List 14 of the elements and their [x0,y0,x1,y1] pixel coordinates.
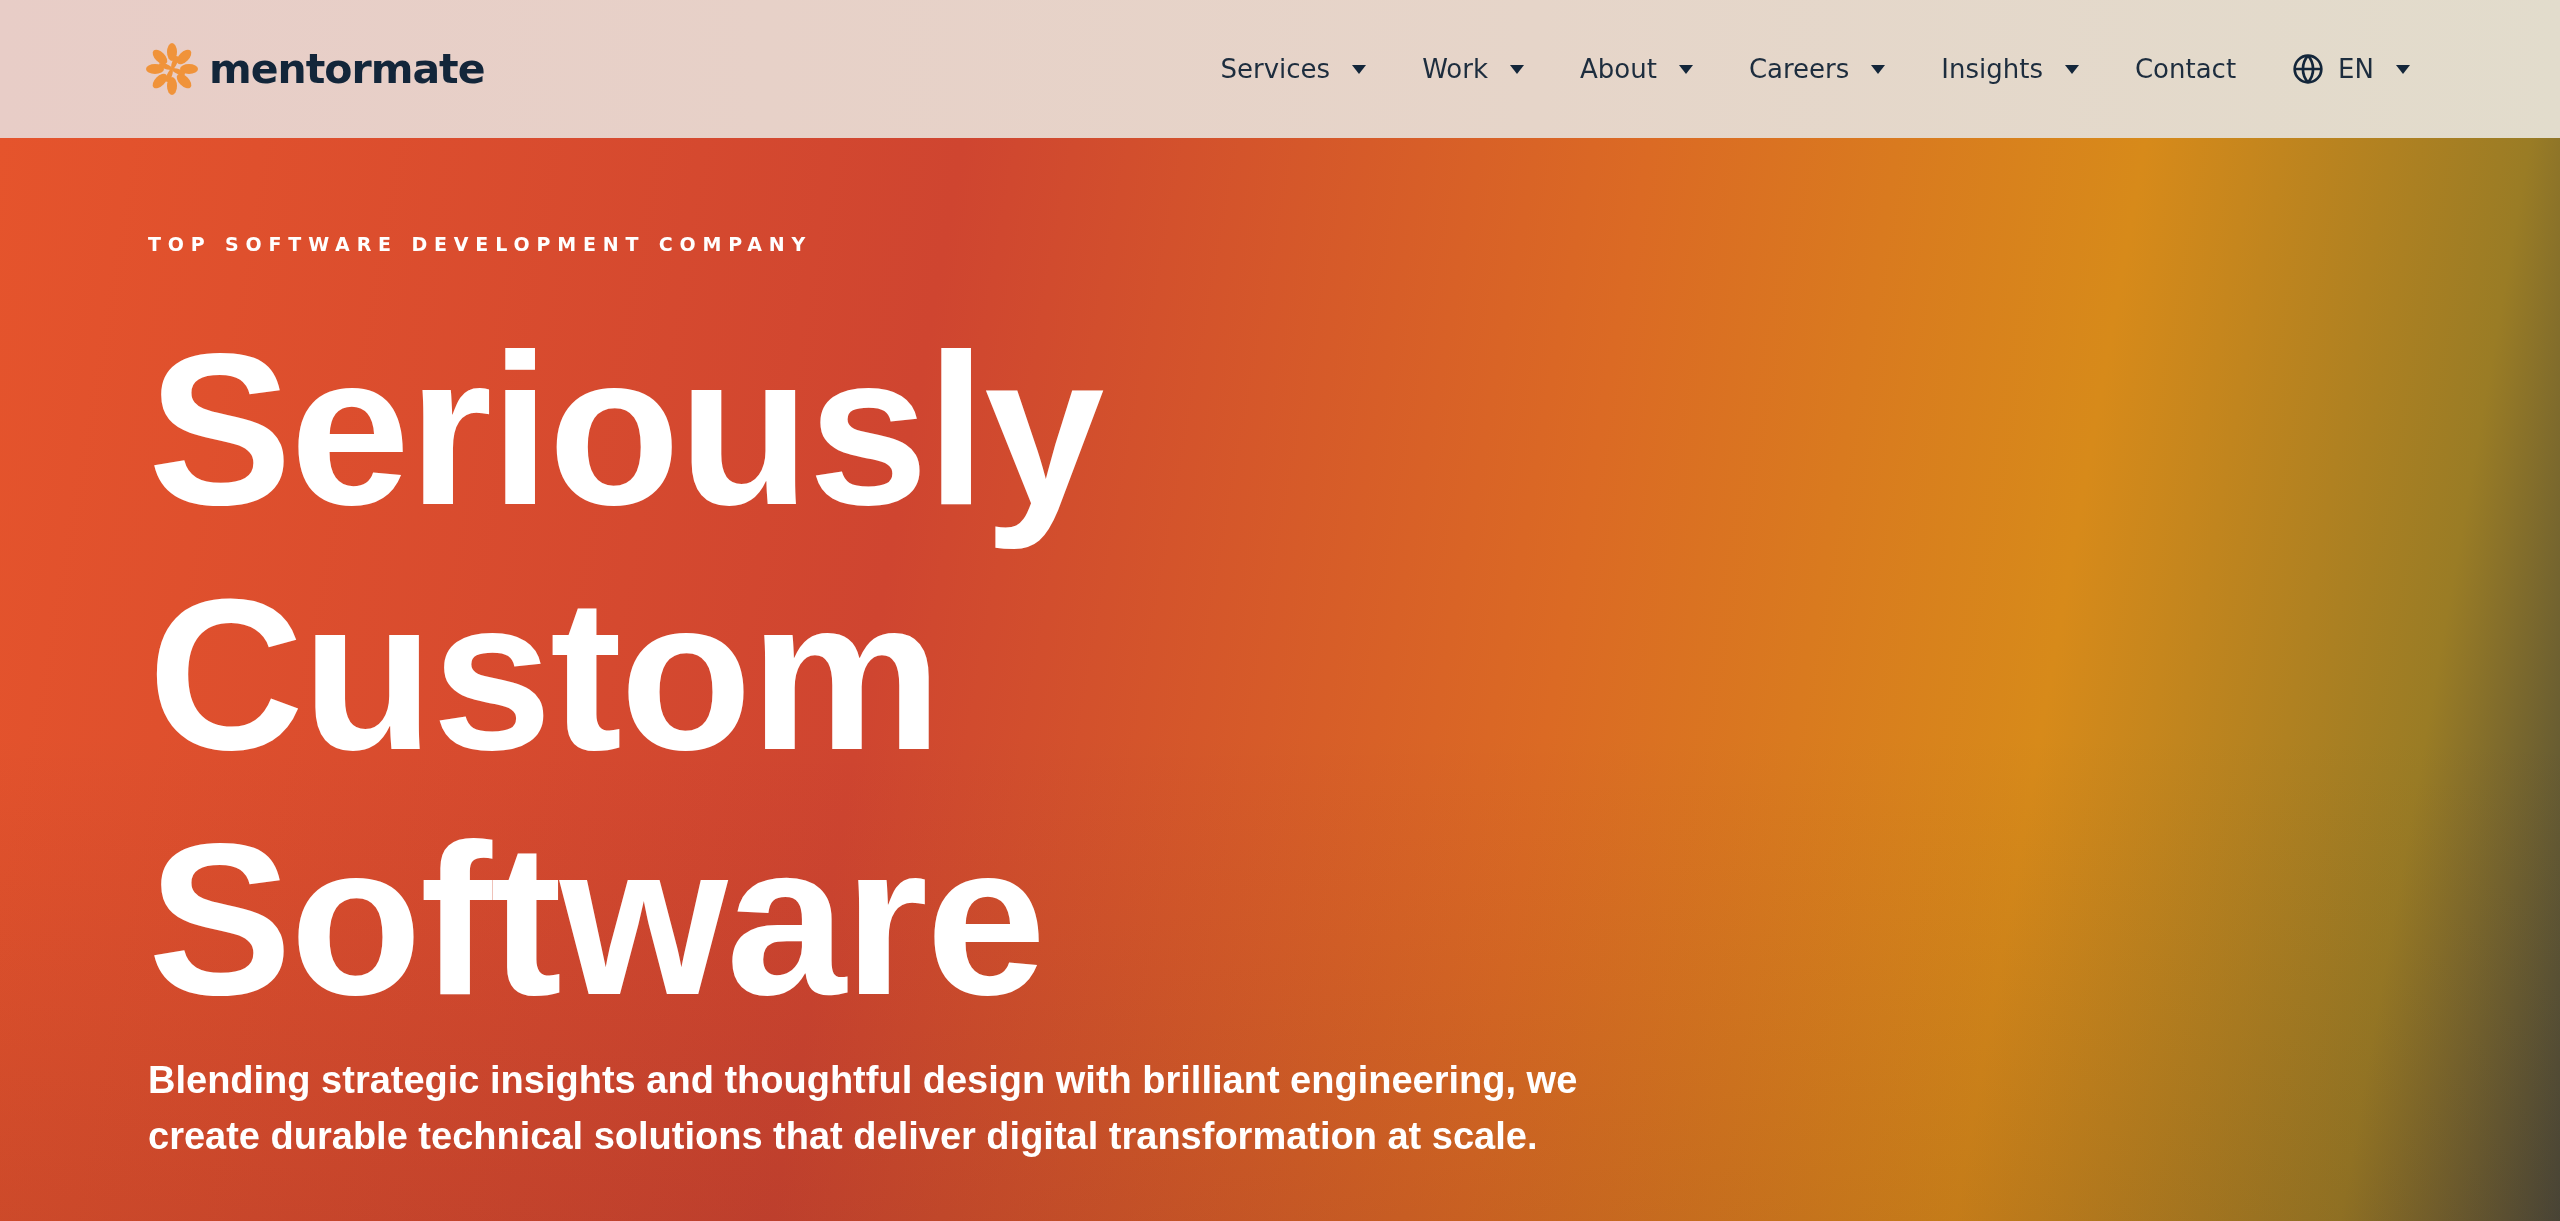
headline: Seriously Custom Software [148,307,1104,1042]
globe-icon [2292,53,2325,85]
nav-link[interactable]: Work [1422,54,1524,84]
eyebrow-text: TOP SOFTWARE DEVELOPMENT COMPANY [148,233,814,255]
nav-link[interactable]: About [1580,54,1693,84]
caret-icon [2396,64,2410,74]
language-selector[interactable]: EN [2292,53,2410,85]
nav-link[interactable]: Careers [1748,54,1886,84]
hero-subtitle: Blending strategic insights and thoughtful design with brilliant engineering, we create durable technical solutions that deliver digital transformation at scale. [148,1058,1579,1159]
nav-link[interactable]: Services [1220,54,1367,84]
logo-icon [145,42,199,96]
nav-link[interactable]: Contact [2134,54,2237,84]
nav-link[interactable]: Insights [1941,54,2079,84]
logo-text[interactable]: mentormate [209,45,485,93]
